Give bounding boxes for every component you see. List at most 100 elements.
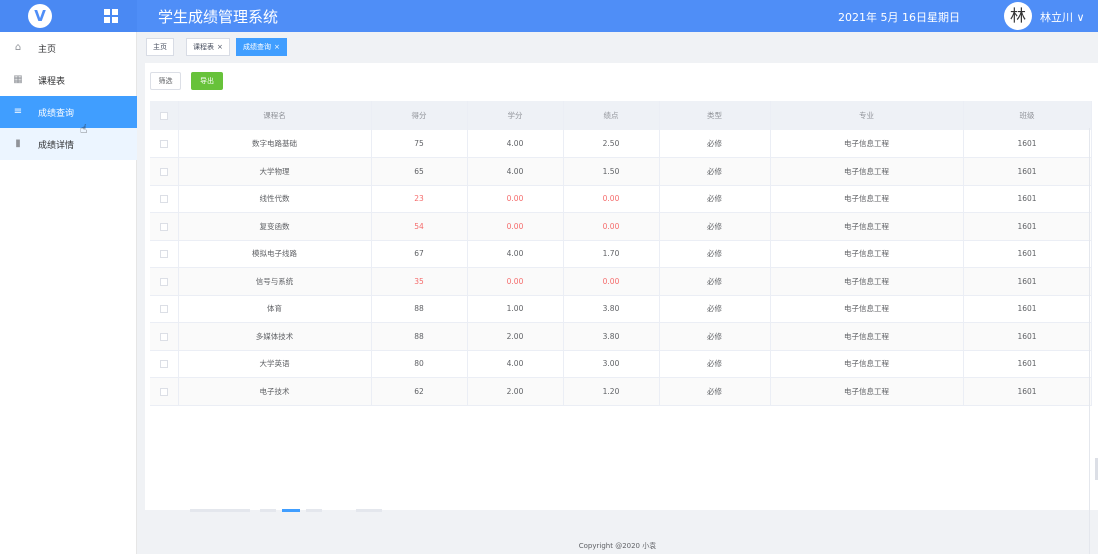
select-all-checkbox[interactable] [159,112,168,120]
sidebar-item-grade-detail[interactable]: ▮ 成绩详情 [0,128,137,160]
table-cell: 电子信息工程 [770,377,964,406]
table-cell: 0.00 [563,185,660,213]
table-cell: 必修 [659,185,771,213]
avatar[interactable]: 林 [1004,2,1032,30]
export-button[interactable]: 导出 [191,72,223,90]
table-cell: 1601 [963,212,1092,241]
row-select-cell [150,267,179,296]
pagination [190,509,390,513]
row-checkbox[interactable] [159,167,168,176]
column-header[interactable]: 绩点 [563,101,660,130]
table-cell: 必修 [659,377,771,406]
tab-schedule[interactable]: 课程表 × [186,38,230,56]
table-cell: 3.00 [563,350,660,378]
table-cell: 1.50 [563,157,660,186]
row-checkbox[interactable] [159,250,168,259]
table-row[interactable]: 线性代数 23 0.00 0.00 必修 电子信息工程 1601 [150,185,1092,213]
table-cell: 1601 [963,350,1092,378]
table-cell: 电子信息工程 [770,212,964,241]
column-header[interactable]: 得分 [371,101,468,130]
table-cell: 1.00 [467,295,564,323]
table-row[interactable]: 复变函数 54 0.00 0.00 必修 电子信息工程 1601 [150,212,1092,241]
table-cell: 电子信息工程 [770,157,964,186]
row-checkbox[interactable] [159,387,168,396]
page-jump-input[interactable] [356,509,382,512]
row-checkbox[interactable] [159,332,168,341]
table-cell: 54 [371,212,468,241]
table-cell: 1601 [963,130,1092,158]
row-checkbox[interactable] [159,222,168,231]
column-header[interactable]: 类型 [659,101,771,130]
close-icon[interactable]: × [217,43,223,51]
home-icon: ⌂ [14,42,22,53]
table-cell: 电子信息工程 [770,322,964,351]
table-cell: 4.00 [467,130,564,158]
table-row[interactable]: 多媒体技术 88 2.00 3.80 必修 电子信息工程 1601 [150,322,1092,351]
row-select-cell [150,157,179,186]
tab-grade-query[interactable]: 成绩查询 × [236,38,287,56]
page-size-select[interactable] [190,509,250,512]
sidebar-item-label: 成绩详情 [38,141,75,151]
table-cell: 电子信息工程 [770,295,964,323]
v-logo-icon[interactable]: V [28,4,52,28]
column-header[interactable]: 学分 [467,101,564,130]
sidebar-item-home[interactable]: ⌂ 主页 [0,32,137,64]
table-border-line [1089,128,1090,554]
table-row[interactable]: 信号与系统 35 0.00 0.00 必修 电子信息工程 1601 [150,267,1092,296]
table-cell: 2.00 [467,377,564,406]
table-cell: 1601 [963,240,1092,268]
table-row[interactable]: 电子技术 62 2.00 1.20 必修 电子信息工程 1601 [150,377,1092,406]
table-cell: 0.00 [467,267,564,296]
table-cell: 0.00 [563,212,660,241]
sidebar-item-grade-query[interactable]: ≡ 成绩查询 [0,96,137,128]
row-select-cell [150,130,179,158]
sidebar-item-schedule[interactable]: ▦ 课程表 [0,64,137,96]
sidebar-item-label: 主页 [38,45,57,55]
column-header[interactable]: 班级 [963,101,1092,130]
row-checkbox[interactable] [159,305,168,314]
table-cell: 75 [371,130,468,158]
table-cell: 88 [371,322,468,351]
table-cell: 23 [371,185,468,213]
table-cell: 1601 [963,295,1092,323]
tab-home[interactable]: 主页 [146,38,174,56]
user-dropdown[interactable]: 林立川 ∨ [1040,9,1085,25]
table-row[interactable]: 大学英语 80 4.00 3.00 必修 电子信息工程 1601 [150,350,1092,378]
prev-page-button[interactable] [260,509,276,512]
table-cell: 1601 [963,157,1092,186]
table-row[interactable]: 模拟电子线路 67 4.00 1.70 必修 电子信息工程 1601 [150,240,1092,268]
column-header[interactable]: 专业 [770,101,964,130]
row-checkbox[interactable] [159,195,168,204]
logo-area: V [0,0,137,32]
table-cell: 电子信息工程 [770,130,964,158]
page-number-current[interactable] [282,509,300,512]
row-checkbox[interactable] [159,277,168,286]
select-all-cell [150,101,179,130]
table-row[interactable]: 数字电路基础 75 4.00 2.50 必修 电子信息工程 1601 [150,130,1092,158]
row-checkbox[interactable] [159,360,168,369]
close-icon[interactable]: × [274,43,280,51]
table-cell: 1601 [963,377,1092,406]
table-cell: 数字电路基础 [178,130,372,158]
table-cell: 2.50 [563,130,660,158]
filter-button[interactable]: 筛选 [150,72,181,90]
table-cell: 必修 [659,267,771,296]
table-cell: 67 [371,240,468,268]
next-page-button[interactable] [306,509,322,512]
table-cell: 电子技术 [178,377,372,406]
grid-menu-icon[interactable] [104,9,118,23]
row-checkbox[interactable] [159,140,168,148]
table-cell: 0.00 [467,212,564,241]
column-header[interactable]: 课程名 [178,101,372,130]
table-cell: 电子信息工程 [770,185,964,213]
table-cell: 电子信息工程 [770,240,964,268]
table-row[interactable]: 大学物理 65 4.00 1.50 必修 电子信息工程 1601 [150,157,1092,186]
table-cell: 复变函数 [178,212,372,241]
table-cell: 必修 [659,350,771,378]
table-cell: 0.00 [563,267,660,296]
table-cell: 必修 [659,322,771,351]
table-row[interactable]: 体育 88 1.00 3.80 必修 电子信息工程 1601 [150,295,1092,323]
table-cell: 1.70 [563,240,660,268]
top-header: V 学生成绩管理系统 2021年 5月 16日 星期日 林 林立川 ∨ [0,0,1098,32]
table-cell: 1.20 [563,377,660,406]
